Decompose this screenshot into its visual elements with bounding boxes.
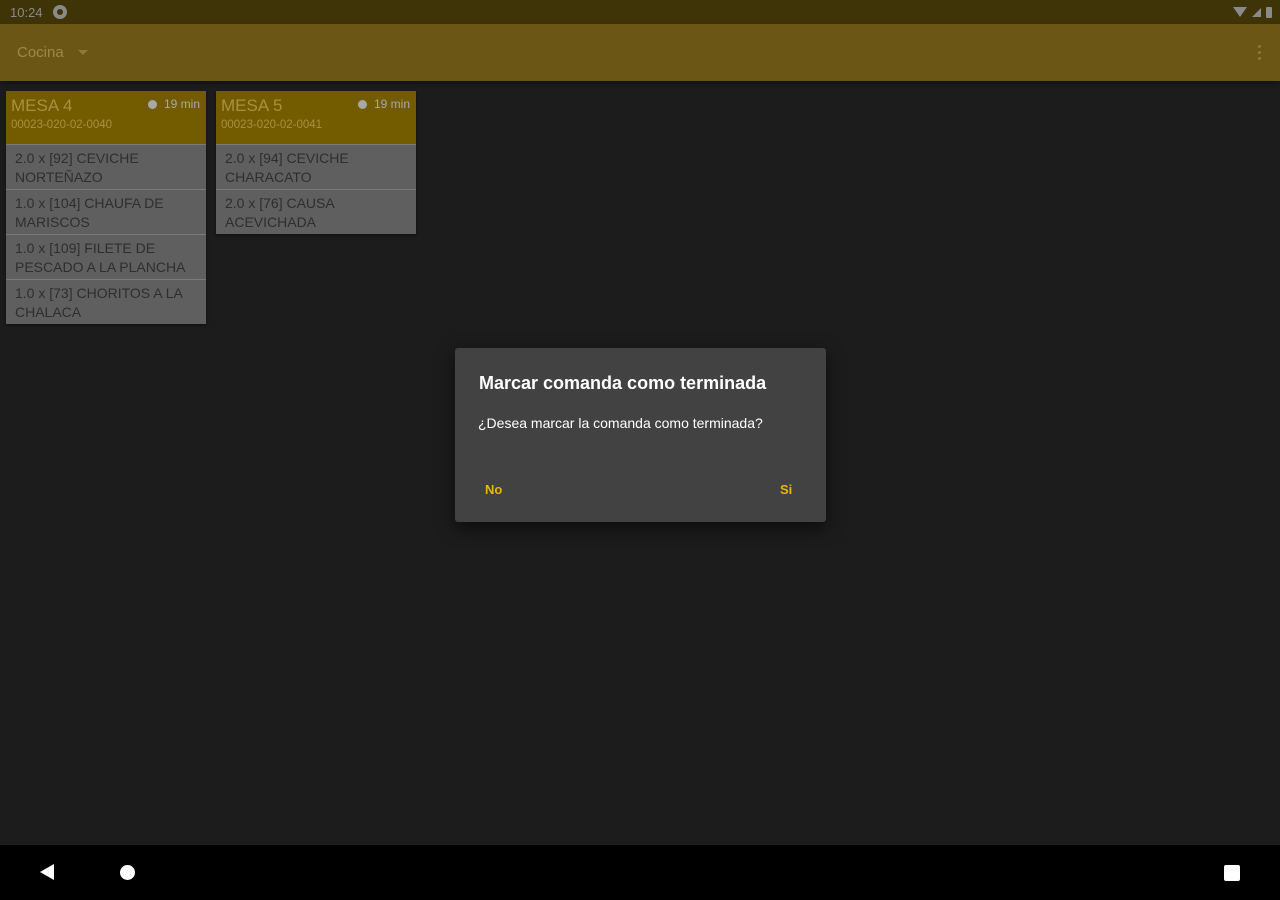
dialog-message: ¿Desea marcar la comanda como terminada? [478,415,763,431]
order-card-header[interactable]: MESA 4 00023-020-02-0040 19 min [6,91,206,144]
order-item[interactable]: 2.0 x [94] CEVICHE CHARACATO [216,144,416,189]
status-time: 10:24 [10,4,43,20]
clock-icon [147,99,157,109]
order-card-mesa-5[interactable]: MESA 5 00023-020-02-0041 19 min 2.0 x [9… [216,91,416,234]
order-item[interactable]: 1.0 x [104] CHAUFA DE MARISCOS [6,189,206,234]
confirm-dialog: Marcar comanda como terminada ¿Desea mar… [455,348,826,522]
order-code: 00023-020-02-0041 [221,119,323,131]
app-toolbar: Cocina [0,24,1280,81]
order-item[interactable]: 1.0 x [109] FILETE DE PESCADO A LA PLANC… [6,234,206,279]
battery-icon [1266,6,1272,18]
home-icon[interactable] [120,865,135,880]
signal-icon [1252,7,1261,17]
area-spinner[interactable]: Cocina [17,44,88,61]
back-icon[interactable] [40,864,54,880]
order-code: 00023-020-02-0040 [11,119,113,131]
order-item[interactable]: 2.0 x [92] CEVICHE NORTEÑAZO [6,144,206,189]
dialog-title: Marcar comanda como terminada [479,373,767,393]
caret-down-icon [77,50,88,55]
order-item[interactable]: 1.0 x [73] CHORITOS A LA CHALACA [6,279,206,324]
app-notification-icon [52,5,67,19]
order-elapsed: 19 min [357,97,410,111]
status-bar: 10:24 [0,0,1280,24]
order-elapsed: 19 min [147,97,200,111]
order-item[interactable]: 2.0 x [76] CAUSA ACEVICHADA [216,189,416,234]
order-card-mesa-4[interactable]: MESA 4 00023-020-02-0040 19 min 2.0 x [9… [6,91,206,324]
wifi-icon [1233,7,1247,17]
clock-icon [357,99,367,109]
no-button[interactable]: No [479,478,508,501]
navigation-bar [0,845,1280,900]
order-elapsed-label: 19 min [163,97,200,111]
order-card-header[interactable]: MESA 5 00023-020-02-0041 19 min [216,91,416,144]
area-spinner-value: Cocina [17,44,64,61]
yes-button[interactable]: Si [774,478,798,501]
recents-icon[interactable] [1224,865,1240,881]
more-vert-icon[interactable] [1256,45,1262,60]
order-elapsed-label: 19 min [373,97,410,111]
